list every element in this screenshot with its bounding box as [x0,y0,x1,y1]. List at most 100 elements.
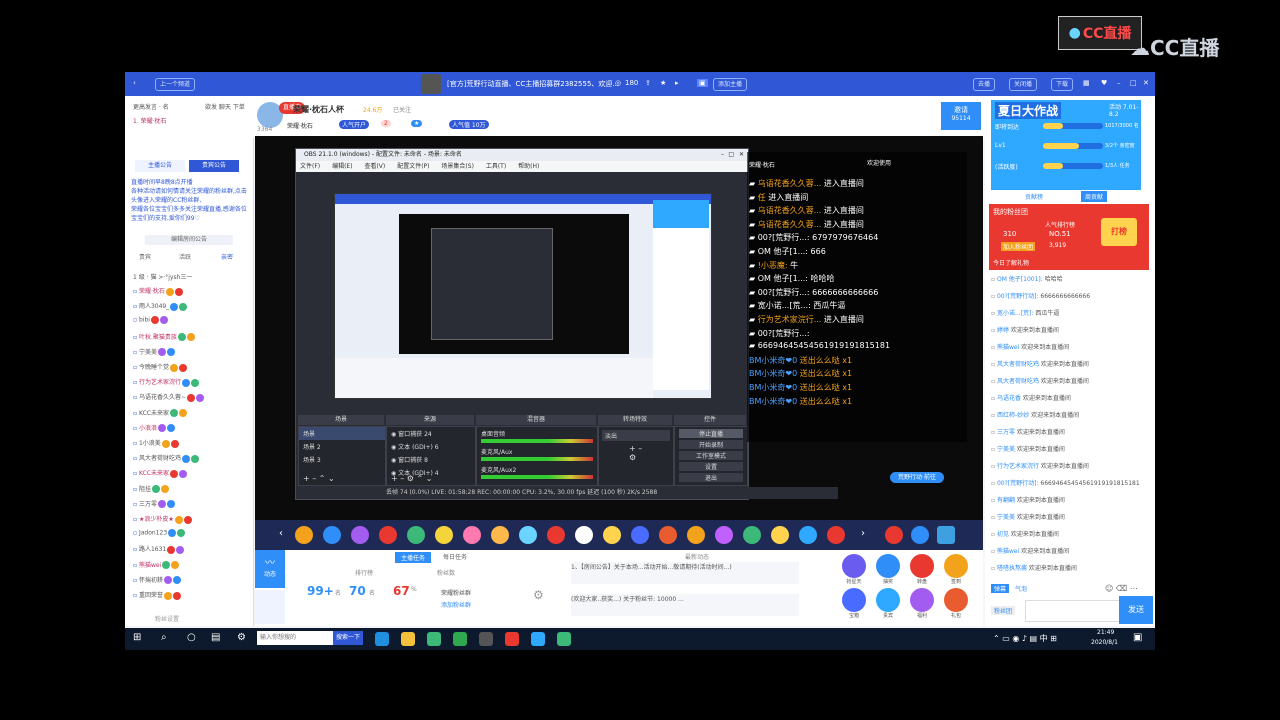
input-tools-icon[interactable]: ☺ ⌫ ⋯ [1105,584,1138,593]
pin-icon[interactable]: ▸ [675,79,679,87]
obs-menu-tools[interactable]: 工具(T) [486,163,506,170]
subtab-vip[interactable]: 贵宾 [139,252,151,261]
fan-settings-link[interactable]: 粉丝设置 [155,614,179,623]
gift-item-icon[interactable] [603,526,621,544]
cc-live-icon[interactable] [531,632,545,646]
gift-spin-icon[interactable] [911,526,929,544]
chat-input[interactable] [1025,600,1121,622]
fan-list-item[interactable]: ▫ bibi [133,316,168,325]
studio-mode-button[interactable]: 工作室模式 [679,451,743,460]
close-icon[interactable]: ✕ [1143,79,1149,87]
tag-popular[interactable]: 人气开户 [339,120,370,129]
fan-list-item[interactable]: ▫ 阻挂 [133,484,169,494]
send-button[interactable]: 发送 [1119,596,1153,624]
fan-list-item[interactable]: ▫ 路人1631 [133,544,185,554]
obs-source-add-icon[interactable]: + – ⚙ ⌃ ⌄ [391,474,432,483]
settings-button[interactable]: 设置 [679,462,743,471]
back-icon[interactable]: ‹ [133,79,136,87]
game-item[interactable]: 抽奖 [873,554,903,586]
fan-list-item[interactable]: ▫ 宁美美 [133,347,175,357]
obs-menu-help[interactable]: 帮助(H) [518,163,539,170]
gift-item-icon[interactable] [575,526,593,544]
game-item[interactable]: 抢星天 [839,554,869,586]
gift-item-icon[interactable] [351,526,369,544]
obs-scene-item[interactable]: 场景 2 [299,440,385,453]
fan-list-item[interactable]: ▫ ★浪少朴皮★ [133,514,192,524]
obs-icon[interactable] [479,632,493,646]
game-link-button[interactable]: 荒野行动·前往 [890,472,944,483]
tab-weekly[interactable]: 周贡献 [1081,191,1108,202]
minimize-icon[interactable]: – [1117,79,1121,87]
fan-list-item[interactable]: ▫ KCC未来家 [133,408,187,418]
notice-item[interactable]: (欢迎大家..获奖...) 关于粉丝节: 10000 ... [571,594,799,616]
join-fans-button[interactable]: 加入粉丝团 [1001,242,1036,251]
gift-prev-icon[interactable]: ‹ [279,528,283,539]
gift-item-icon[interactable] [771,526,789,544]
tab-vip-notice[interactable]: 贵宾公告 [189,160,239,172]
grid-icon[interactable]: ▦ [1083,79,1090,87]
taskbar-search-button[interactable]: 搜索一下 [333,631,364,645]
gift-next-icon[interactable]: › [861,528,865,539]
obs-close-icon[interactable]: ✕ [739,149,744,161]
notification-icon[interactable]: ▣ [1133,632,1142,643]
edge-icon[interactable] [375,632,389,646]
notice-item[interactable]: 1、【房间公告】关于本场...活动开始...敬请期待(活动时间...) [571,562,799,584]
summer-banner[interactable]: 夏日大作战 活动 7.01-8.2 即将到达 1017/3000 名 Lv1 3/2个… [991,100,1141,190]
star-icon[interactable]: ★ [660,79,666,87]
fan-list-item[interactable]: ▫ 小浪浪 [133,423,175,433]
windows-start-icon[interactable]: ⊞ [133,632,141,643]
search-icon[interactable]: ⌕ [161,632,167,643]
subtab-intimacy[interactable]: 亲密 [221,252,233,261]
obs-source-item[interactable]: ◉ 窗口捕获 24 [387,427,475,440]
subtab-active[interactable]: 活跃 [179,252,191,261]
obs-source-item[interactable]: ◉ 窗口捕获 8 [387,453,475,466]
obs-menu-profile[interactable]: 配置文件(P) [397,163,429,170]
task-view-icon[interactable]: ▤ [211,632,220,643]
obs-maximize-icon[interactable]: □ [728,149,734,161]
gift-item-icon[interactable] [519,526,537,544]
danmaku-tab[interactable]: 弹幕 [991,584,1010,593]
fan-list-item[interactable]: ▫ 风大者荷财吃鸡 [133,453,199,463]
side-tab-2[interactable] [255,590,285,624]
game-item[interactable]: 转盘 [907,554,937,586]
obs-menu-scene-collection[interactable]: 场景集合(S) [441,163,474,170]
gift-box-icon[interactable] [937,526,955,544]
bubble-tab[interactable]: 气泡 [1015,584,1027,593]
gift-item-icon[interactable] [435,526,453,544]
game-item[interactable]: 礼包 [941,588,971,620]
tab-daily-task[interactable]: 每日任务 [443,552,467,561]
follow-state[interactable]: 已关注 [393,105,411,114]
fan-list-item[interactable]: ▫ 叶秋.聚猫贵族 [133,332,195,342]
transition-select[interactable]: 淡出 [602,430,670,441]
taskbar-search-input[interactable] [257,631,339,645]
gift-item-icon[interactable] [379,526,397,544]
gift-item-icon[interactable] [463,526,481,544]
gift-heart-icon[interactable] [885,526,903,544]
tab-contribution[interactable]: 贡献榜 [1025,192,1043,201]
eye-icon[interactable]: ◉ [391,444,396,451]
netease-icon[interactable] [505,632,519,646]
gift-item-icon[interactable] [687,526,705,544]
rank-up-button[interactable]: 打榜 [1101,218,1137,246]
obs-scene-item[interactable]: 场景 [299,427,385,440]
game-item[interactable]: 宝箱 [839,588,869,620]
obs-scene-item[interactable]: 场景 3 [299,453,385,466]
obs-menu-view[interactable]: 查看(V) [364,163,385,170]
game-item[interactable]: 福利 [907,588,937,620]
add-host-button[interactable]: 添加主播 [713,78,748,91]
gift-item-icon[interactable] [743,526,761,544]
fan-list-item[interactable]: ▫ 重回荣誉 [133,590,181,600]
gift-item-icon[interactable] [407,526,425,544]
tray-icons[interactable]: ⌃ ▭ ◉ ♪ ▤ 中 ⊞ [993,633,1057,644]
start-record-button[interactable]: 开始录制 [679,440,743,449]
settings-icon[interactable]: ⚙ [237,632,246,643]
add-fans-group-link[interactable]: 添加粉丝群 [441,600,471,609]
fan-list-item[interactable]: ▫ 雨人3049_ [133,301,188,311]
close-live-button[interactable]: 关闭播 [1009,78,1038,91]
left-top-row2[interactable]: 欲发 聊天 下单 [205,102,245,111]
gift-item-icon[interactable] [323,526,341,544]
fan-list-item[interactable]: ▫ 怀揣初耕 [133,575,181,585]
eye-icon[interactable]: ◉ [391,457,396,464]
wechat-icon[interactable] [557,632,571,646]
prev-channel-button[interactable]: 上一个频道 [155,78,196,91]
